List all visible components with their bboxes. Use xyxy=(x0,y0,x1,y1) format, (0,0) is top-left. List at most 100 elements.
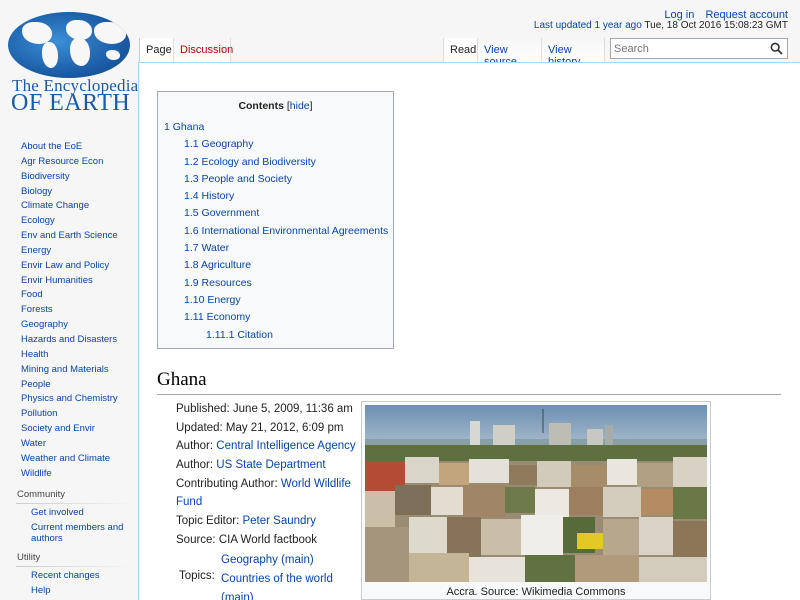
sidebar-item-pollution[interactable]: Pollution xyxy=(21,408,57,419)
page-title: Ghana xyxy=(157,369,781,395)
sidebar-item-help[interactable]: Help xyxy=(31,585,51,596)
toc-text: Government xyxy=(201,207,260,220)
last-updated-link[interactable]: Last updated 1 year ago xyxy=(534,20,642,31)
sidebar-item-wildlife[interactable]: Wildlife xyxy=(21,468,52,479)
sidebar-item-ecology[interactable]: Ecology xyxy=(21,215,55,226)
toc-text: Economy xyxy=(206,311,251,324)
toc-number: 1.8 xyxy=(184,259,199,272)
tab-discussion[interactable]: Discussion xyxy=(173,38,233,62)
toc-item[interactable]: 1.5 Government xyxy=(158,205,388,222)
toc-item[interactable]: 1 Ghana xyxy=(158,119,388,136)
last-updated: Last updated 1 year ago Tue, 18 Oct 2016… xyxy=(534,20,788,31)
sidebar: About the EoE Agr Resource Econ Biodiversi… xyxy=(0,140,138,600)
sidebar-item-weather-and-climate[interactable]: Weather and Climate xyxy=(21,453,110,464)
author-label: Author: xyxy=(176,440,217,453)
toc-item[interactable]: 1.11 Economy xyxy=(158,309,388,326)
table-of-contents: Contents [hide] 1 Ghana 1.1 Geography 1.2 … xyxy=(157,91,394,349)
tab-read[interactable]: Read xyxy=(443,38,477,62)
logo-text-line2: OF EARTH xyxy=(11,90,131,116)
utility-portal: Utility Recent changes Help xyxy=(0,552,138,596)
toc-text: Geography xyxy=(201,138,254,151)
toc-item[interactable]: 1.9 Resources xyxy=(158,275,388,292)
figure-caption: Accra. Source: Wikimedia Commons xyxy=(446,586,626,598)
topic-link-main[interactable]: (main) xyxy=(221,592,254,600)
sidebar-item-agr-resource-econ[interactable]: Agr Resource Econ xyxy=(21,156,103,167)
last-updated-date: Tue, 18 Oct 2016 15:08:23 GMT xyxy=(644,20,788,31)
sidebar-item-recent-changes[interactable]: Recent changes xyxy=(31,570,100,581)
topic-link-geography[interactable]: Geography (main) xyxy=(221,554,314,566)
sidebar-item-hazards-and-disasters[interactable]: Hazards and Disasters xyxy=(21,334,117,345)
toc-text: People and Society xyxy=(201,172,293,185)
toc-number: 1.2 xyxy=(184,155,199,168)
sidebar-item-water[interactable]: Water xyxy=(21,438,46,449)
toc-item[interactable]: 1.8 Agriculture xyxy=(158,257,388,274)
toc-item[interactable]: 1.7 Water xyxy=(158,240,388,257)
site-logo[interactable]: The Encyclopedia OF EARTH xyxy=(0,0,140,120)
sidebar-item-envir-humanities[interactable]: Envir Humanities xyxy=(21,275,93,286)
sidebar-item-health[interactable]: Health xyxy=(21,349,48,360)
sidebar-item-biology[interactable]: Biology xyxy=(21,186,52,197)
search-icon[interactable] xyxy=(770,42,783,55)
article-meta: Published: June 5, 2009, 11:36 am Update… xyxy=(176,400,356,600)
sidebar-item-forests[interactable]: Forests xyxy=(21,304,53,315)
tab-view-source[interactable]: View source xyxy=(477,38,541,68)
globe-icon xyxy=(8,12,130,78)
topic-link-countries[interactable]: Countries of the world xyxy=(221,573,333,585)
city-skyline-image xyxy=(365,405,707,582)
toc-title: Contents xyxy=(238,100,284,112)
published-date: Published: June 5, 2009, 11:36 am xyxy=(176,403,353,415)
toc-text: Citation xyxy=(237,328,273,341)
source-text: Source: CIA World factbook xyxy=(176,533,318,546)
toc-text: Water xyxy=(201,242,230,255)
toc-text: Energy xyxy=(207,293,241,306)
updated-date: Updated: May 21, 2012, 6:09 pm xyxy=(176,421,344,434)
toc-item[interactable]: 1.4 History xyxy=(158,188,388,205)
toc-text: Ecology and Biodiversity xyxy=(201,155,316,168)
community-heading: Community xyxy=(17,489,66,501)
author-link-cia[interactable]: Central Intelligence Agency xyxy=(216,440,355,452)
toc-text: Resources xyxy=(201,276,252,289)
toc-number: 1.7 xyxy=(184,242,199,255)
author-link-state-dept[interactable]: US State Department xyxy=(216,459,325,471)
sidebar-item-envir-law-and-policy[interactable]: Envir Law and Policy xyxy=(21,260,109,271)
author-label: Author: xyxy=(176,459,217,472)
sidebar-item-biodiversity[interactable]: Biodiversity xyxy=(21,171,70,182)
toc-item[interactable]: 1.1 Geography xyxy=(158,136,388,153)
toc-number: 1.4 xyxy=(184,190,199,203)
toc-number: 1 xyxy=(164,121,170,133)
tab-view-history[interactable]: View history xyxy=(541,38,605,68)
toc-number: 1.6 xyxy=(184,224,199,237)
toc-hide-link[interactable]: hide xyxy=(290,100,310,112)
contributing-author-link-cont[interactable]: Fund xyxy=(176,496,202,508)
sidebar-item-get-involved[interactable]: Get involved xyxy=(31,507,84,518)
contributing-author-link[interactable]: World Wildlife xyxy=(281,478,351,490)
utility-heading: Utility xyxy=(17,552,41,564)
sidebar-item-people[interactable]: People xyxy=(21,379,51,390)
sidebar-item-about-the-eoe[interactable]: About the EoE xyxy=(21,141,82,152)
toc-item[interactable]: 1.6 International Environmental Agreemen… xyxy=(158,223,388,240)
sidebar-item-mining-and-materials[interactable]: Mining and Materials xyxy=(21,364,109,375)
toc-item[interactable]: 1.3 People and Society xyxy=(158,171,388,188)
toc-item[interactable]: 1.10 Energy xyxy=(158,292,388,309)
sidebar-item-current-members[interactable]: Current members and authors xyxy=(31,522,123,544)
sidebar-item-geography[interactable]: Geography xyxy=(21,319,68,330)
toc-list: 1 Ghana 1.1 Geography 1.2 Ecology and Biod… xyxy=(158,119,388,344)
community-portal: Community Get involved Current members a… xyxy=(0,489,138,544)
sidebar-item-physics-and-chemistry[interactable]: Physics and Chemistry xyxy=(21,393,118,404)
toc-item[interactable]: 1.2 Ecology and Biodiversity xyxy=(158,154,388,171)
sidebar-item-food[interactable]: Food xyxy=(21,289,43,300)
toc-number: 1.11.1 xyxy=(206,328,235,341)
topic-editor-link[interactable]: Peter Saundry xyxy=(242,515,316,527)
toc-item[interactable]: 1.11.1 Citation xyxy=(158,327,388,344)
toc-number: 1.11 xyxy=(184,311,204,324)
search-box xyxy=(610,38,788,59)
sidebar-item-env-and-earth-science[interactable]: Env and Earth Science xyxy=(21,230,118,241)
accra-city-photo[interactable] xyxy=(365,405,707,582)
sidebar-item-climate-change[interactable]: Climate Change xyxy=(21,200,89,211)
toc-number: 1.3 xyxy=(184,172,199,185)
search-input[interactable] xyxy=(611,39,761,59)
tab-page[interactable]: Page xyxy=(139,38,173,62)
topics-label: Topics: xyxy=(179,569,215,582)
sidebar-item-society-and-envir[interactable]: Society and Envir xyxy=(21,423,95,434)
sidebar-item-energy[interactable]: Energy xyxy=(21,245,51,256)
